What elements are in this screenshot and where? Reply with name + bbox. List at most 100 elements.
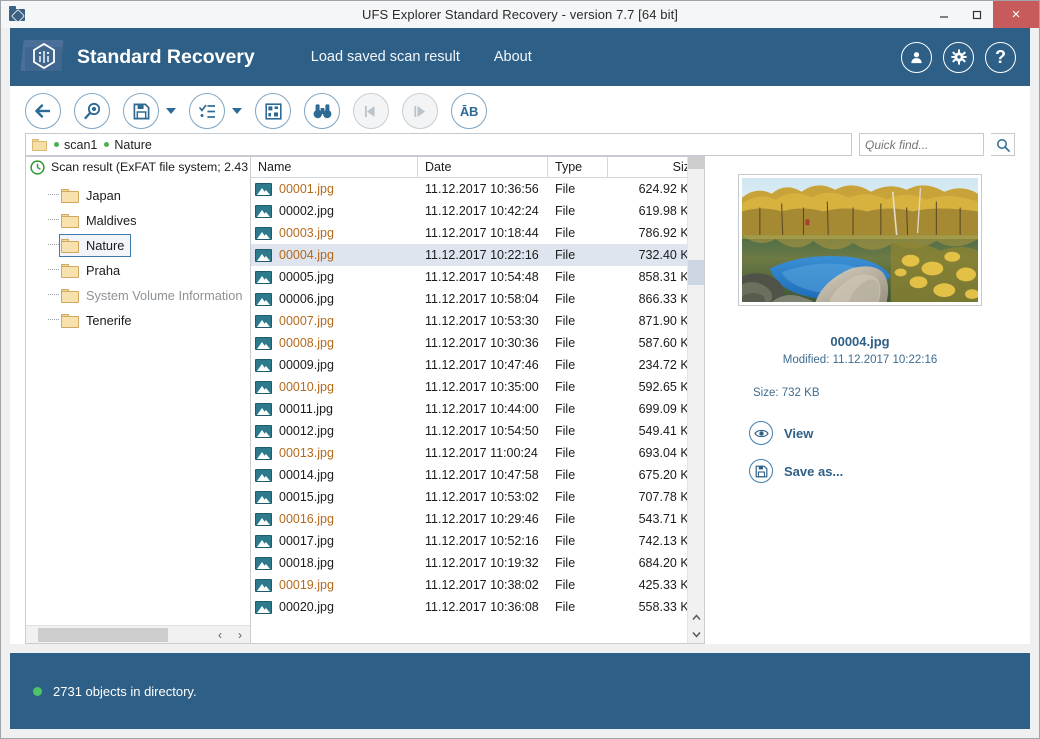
search-icon[interactable] — [991, 133, 1015, 156]
title-bar: UFS Explorer Standard Recovery - version… — [1, 1, 1039, 28]
table-row[interactable]: 00012.jpg 11.12.2017 10:54:50 File 549.41 K… — [251, 420, 704, 442]
folder-hex-logo-icon — [20, 37, 66, 77]
breadcrumb-item-nature[interactable]: Nature — [104, 138, 152, 152]
cell-name: 00009.jpg — [251, 358, 418, 372]
cell-date: 11.12.2017 10:54:50 — [425, 424, 539, 438]
tree-item-system-volume-information[interactable]: System Volume Information — [26, 283, 250, 308]
tree-pane: Scan result (ExFAT file system; 2.43 GB … — [25, 156, 250, 644]
table-row[interactable]: 00002.jpg 11.12.2017 10:42:24 File 619.98 K… — [251, 200, 704, 222]
cell-name: 00013.jpg — [251, 446, 418, 460]
file-name-label: 00016.jpg — [279, 512, 334, 526]
chevron-down-icon[interactable] — [688, 626, 704, 643]
next-button[interactable] — [402, 93, 438, 129]
chevron-up-icon[interactable] — [688, 609, 704, 626]
vscroll-corner — [688, 157, 704, 169]
table-row[interactable]: 00013.jpg 11.12.2017 11:00:24 File 693.04 K… — [251, 442, 704, 464]
image-file-icon — [255, 292, 272, 306]
save-button[interactable] — [123, 93, 159, 129]
tree-item-nature[interactable]: Nature — [26, 233, 250, 258]
table-row[interactable]: 00005.jpg 11.12.2017 10:54:48 File 858.31 K… — [251, 266, 704, 288]
image-file-icon — [255, 490, 272, 504]
file-name-label: 00012.jpg — [279, 424, 334, 438]
help-question-icon[interactable]: ? — [985, 41, 1016, 73]
maximize-button[interactable] — [960, 1, 993, 28]
tree-connector-icon — [48, 244, 59, 245]
view-action[interactable]: View — [749, 421, 843, 445]
tree-item-japan[interactable]: Japan — [26, 183, 250, 208]
back-button[interactable] — [25, 93, 61, 129]
file-list-vertical-scrollbar[interactable] — [687, 157, 704, 643]
table-row[interactable]: 00016.jpg 11.12.2017 10:29:46 File 543.71 K… — [251, 508, 704, 530]
status-dot-icon — [104, 142, 110, 147]
nav-about[interactable]: About — [494, 49, 532, 65]
table-row[interactable]: 00015.jpg 11.12.2017 10:53:02 File 707.78 K… — [251, 486, 704, 508]
cell-type: File — [555, 402, 576, 416]
file-name-label: 00007.jpg — [279, 314, 334, 328]
tree-item-praha[interactable]: Praha — [26, 258, 250, 283]
cell-type: File — [555, 446, 576, 460]
previous-button[interactable] — [353, 93, 389, 129]
breadcrumb[interactable]: scan1 Nature — [25, 133, 852, 156]
table-row[interactable]: 00009.jpg 11.12.2017 10:47:46 File 234.72 K… — [251, 354, 704, 376]
table-row[interactable]: 00017.jpg 11.12.2017 10:52:16 File 742.13 K… — [251, 530, 704, 552]
find-button[interactable] — [304, 93, 340, 129]
list-tasks-button[interactable] — [189, 93, 225, 129]
cell-name: 00012.jpg — [251, 424, 418, 438]
breadcrumb-label: scan1 — [64, 137, 98, 152]
table-row[interactable]: 00020.jpg 11.12.2017 10:36:08 File 558.33 K… — [251, 596, 704, 618]
search-field-wrap[interactable] — [859, 133, 984, 156]
breadcrumb-label: Nature — [114, 137, 152, 152]
nav-load-saved-scan-result[interactable]: Load saved scan result — [311, 49, 460, 65]
scan-button[interactable] — [74, 93, 110, 129]
file-name-label: 00020.jpg — [279, 600, 334, 614]
preview-pane: 00004.jpg Modified: 11.12.2017 10:22:16 … — [705, 156, 1015, 644]
image-file-icon — [255, 534, 272, 548]
cell-name: 00020.jpg — [251, 600, 418, 614]
table-row[interactable]: 00007.jpg 11.12.2017 10:53:30 File 871.90 K… — [251, 310, 704, 332]
tree-item-maldives[interactable]: Maldives — [26, 208, 250, 233]
list-dropdown-caret-icon[interactable] — [232, 108, 242, 114]
chevron-right-icon[interactable]: › — [230, 626, 250, 644]
chevron-left-icon[interactable]: ‹ — [210, 626, 230, 644]
table-row[interactable]: 00008.jpg 11.12.2017 10:30:36 File 587.60 K… — [251, 332, 704, 354]
toolbar: ĀB — [10, 86, 1030, 136]
save-dropdown-caret-icon[interactable] — [166, 108, 176, 114]
close-button[interactable]: × — [993, 1, 1039, 28]
hscroll-thumb[interactable] — [38, 627, 168, 642]
hscroll-track[interactable] — [26, 626, 210, 644]
table-row[interactable]: 00011.jpg 11.12.2017 10:44:00 File 699.09 K… — [251, 398, 704, 420]
table-row[interactable]: 00006.jpg 11.12.2017 10:58:04 File 866.33 K… — [251, 288, 704, 310]
gear-settings-icon[interactable] — [943, 41, 974, 73]
user-account-icon[interactable] — [901, 41, 932, 73]
cell-date: 11.12.2017 10:22:16 — [425, 248, 539, 262]
image-file-icon — [255, 358, 272, 372]
column-header-date[interactable]: Date — [418, 157, 548, 177]
cell-type: File — [555, 270, 576, 284]
cell-date: 11.12.2017 10:58:04 — [425, 292, 539, 306]
save-as-action[interactable]: Save as... — [749, 459, 843, 483]
breadcrumb-item-scan1[interactable]: scan1 — [54, 138, 97, 152]
table-row[interactable]: 00001.jpg 11.12.2017 10:36:56 File 624.92 K… — [251, 178, 704, 200]
autumn-lake-forest-reflection-photo[interactable] — [742, 178, 978, 302]
preview-filename: 00004.jpg — [830, 334, 890, 349]
content-panes: Scan result (ExFAT file system; 2.43 GB … — [25, 156, 1015, 644]
file-name-label: 00006.jpg — [279, 292, 334, 306]
cell-date: 11.12.2017 10:35:00 — [425, 380, 539, 394]
table-row[interactable]: 00018.jpg 11.12.2017 10:19:32 File 684.20 K… — [251, 552, 704, 574]
vscroll-thumb[interactable] — [688, 260, 704, 285]
table-row[interactable]: 00003.jpg 11.12.2017 10:18:44 File 786.92 K… — [251, 222, 704, 244]
encoding-button[interactable]: ĀB — [451, 93, 487, 129]
tree-horizontal-scrollbar[interactable]: ‹ › — [26, 625, 250, 643]
column-header-type[interactable]: Type — [548, 157, 608, 177]
minimize-button[interactable] — [927, 1, 960, 28]
tree-item-tenerife[interactable]: Tenerife — [26, 308, 250, 333]
table-row[interactable]: 00019.jpg 11.12.2017 10:38:02 File 425.33 K… — [251, 574, 704, 596]
column-header-name[interactable]: Name — [251, 157, 418, 177]
cell-type: File — [555, 314, 576, 328]
table-row[interactable]: 00014.jpg 11.12.2017 10:47:58 File 675.20 K… — [251, 464, 704, 486]
table-row[interactable]: 00010.jpg 11.12.2017 10:35:00 File 592.65 K… — [251, 376, 704, 398]
partition-map-button[interactable] — [255, 93, 291, 129]
image-file-icon — [255, 556, 272, 570]
table-row[interactable]: 00004.jpg 11.12.2017 10:22:16 File 732.40 K… — [251, 244, 704, 266]
search-input[interactable] — [865, 137, 978, 152]
